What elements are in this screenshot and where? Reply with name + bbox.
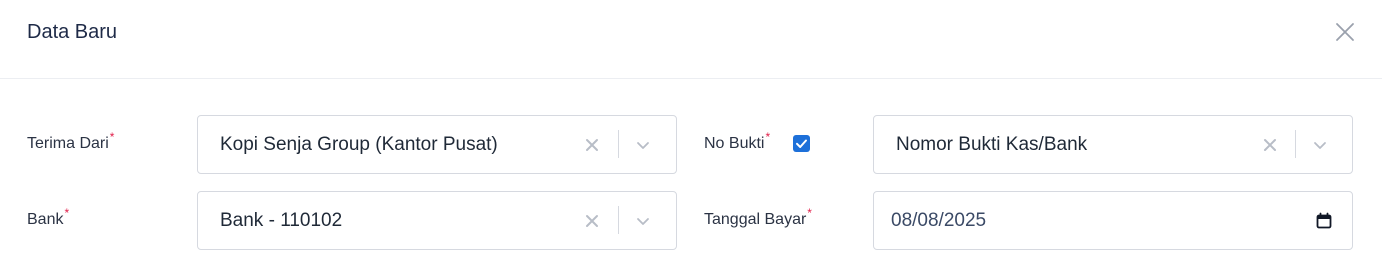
- select-divider: [618, 130, 619, 158]
- select-divider: [1295, 130, 1296, 158]
- terima-dari-select[interactable]: Kopi Senja Group (Kantor Pusat): [197, 115, 677, 174]
- terima-dari-label: Terima Dari*: [27, 130, 115, 152]
- chevron-down-icon[interactable]: [634, 212, 652, 230]
- required-mark: *: [765, 130, 771, 144]
- clear-icon[interactable]: [583, 212, 601, 230]
- no-bukti-value: Nomor Bukti Kas/Bank: [896, 134, 1088, 155]
- calendar-icon[interactable]: [1315, 212, 1333, 230]
- clear-icon[interactable]: [1261, 136, 1279, 154]
- terima-dari-value: Kopi Senja Group (Kantor Pusat): [220, 134, 498, 155]
- bank-value: Bank - 110102: [220, 210, 343, 231]
- required-mark: *: [64, 206, 70, 220]
- chevron-down-icon[interactable]: [634, 136, 652, 154]
- dialog-header: Data Baru: [0, 0, 1382, 79]
- clear-icon[interactable]: [583, 136, 601, 154]
- close-icon[interactable]: [1333, 20, 1357, 44]
- bank-select[interactable]: Bank - 110102: [197, 191, 677, 250]
- select-divider: [618, 206, 619, 234]
- dialog-title: Data Baru: [27, 21, 118, 43]
- bank-label: Bank*: [27, 206, 70, 228]
- tanggal-bayar-input[interactable]: 08/08/2025: [873, 191, 1353, 250]
- tanggal-bayar-value: 08/08/2025: [891, 210, 987, 231]
- no-bukti-select[interactable]: Nomor Bukti Kas/Bank: [873, 115, 1353, 174]
- chevron-down-icon[interactable]: [1311, 136, 1329, 154]
- auto-number-checkbox[interactable]: [793, 135, 810, 152]
- no-bukti-label: No Bukti*: [704, 130, 771, 152]
- check-icon: [796, 139, 807, 148]
- required-mark: *: [109, 130, 115, 144]
- required-mark: *: [807, 206, 812, 220]
- tanggal-bayar-label: Tanggal Bayar*: [704, 206, 812, 228]
